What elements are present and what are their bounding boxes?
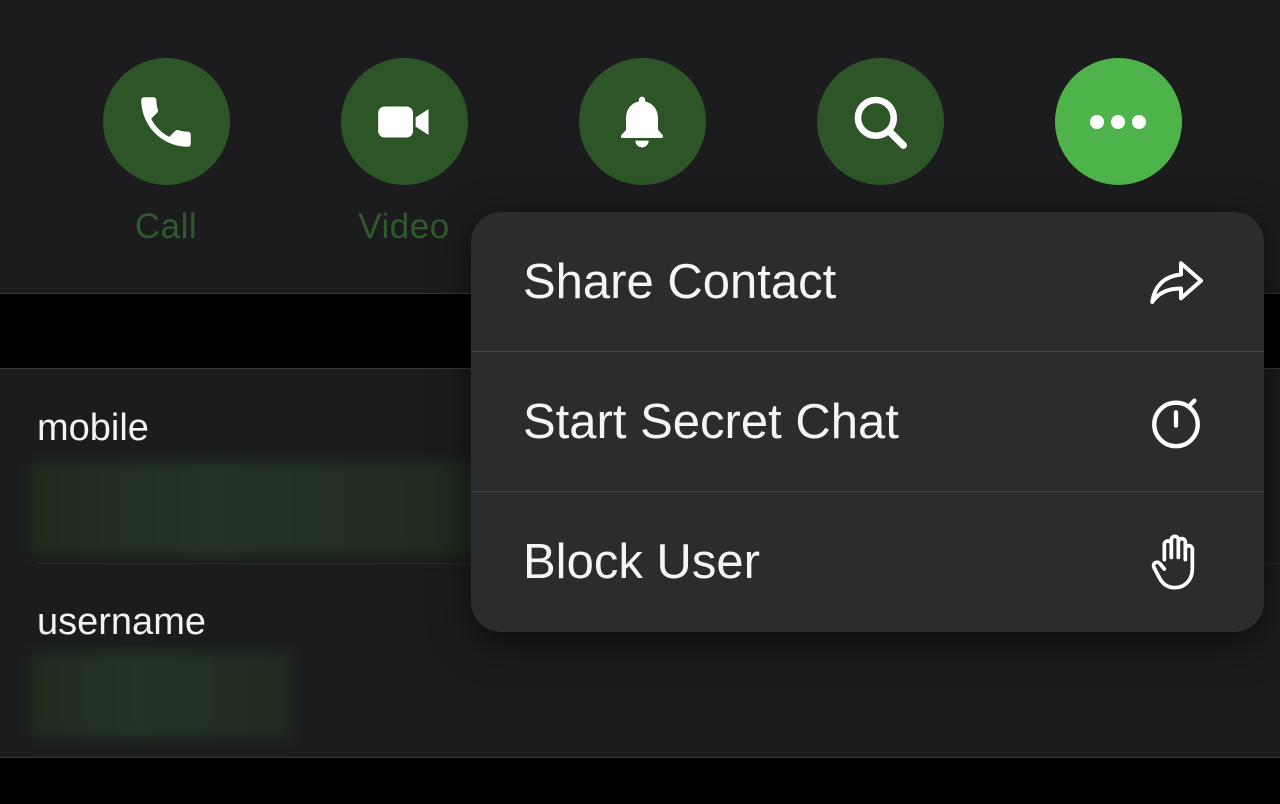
share-arrow-icon bbox=[1146, 252, 1206, 312]
search-action[interactable] bbox=[800, 58, 960, 207]
menu-item-share-contact[interactable]: Share Contact bbox=[471, 212, 1264, 351]
menu-item-label: Block User bbox=[523, 534, 760, 589]
menu-item-secret-chat[interactable]: Start Secret Chat bbox=[471, 352, 1264, 491]
call-button[interactable] bbox=[102, 58, 230, 185]
mobile-label: mobile bbox=[37, 407, 149, 449]
bottom-gap bbox=[0, 758, 1280, 804]
ellipsis-icon bbox=[1090, 114, 1146, 129]
username-label: username bbox=[37, 601, 206, 643]
menu-item-label: Share Contact bbox=[523, 254, 837, 309]
hand-icon bbox=[1146, 532, 1206, 592]
bell-icon bbox=[620, 96, 664, 147]
call-action[interactable]: Call bbox=[86, 58, 246, 247]
video-camera-icon bbox=[378, 106, 429, 137]
context-menu: Share Contact Start Secret Chat Block Us… bbox=[471, 212, 1264, 632]
username-value-redacted[interactable] bbox=[30, 651, 292, 739]
more-action[interactable] bbox=[1038, 58, 1198, 207]
mute-button[interactable] bbox=[578, 58, 706, 185]
search-icon bbox=[854, 96, 907, 149]
more-button[interactable] bbox=[1054, 58, 1182, 185]
menu-item-block-user[interactable]: Block User bbox=[471, 492, 1264, 631]
timer-icon bbox=[1146, 392, 1206, 452]
phone-icon bbox=[141, 96, 191, 147]
video-button[interactable] bbox=[340, 58, 468, 185]
search-button[interactable] bbox=[816, 58, 944, 185]
video-action[interactable]: Video bbox=[324, 58, 484, 247]
menu-item-label: Start Secret Chat bbox=[523, 394, 899, 449]
mobile-value-redacted[interactable] bbox=[30, 461, 480, 556]
call-label: Call bbox=[134, 207, 198, 246]
video-label: Video bbox=[358, 207, 450, 246]
mute-action[interactable] bbox=[562, 58, 722, 207]
